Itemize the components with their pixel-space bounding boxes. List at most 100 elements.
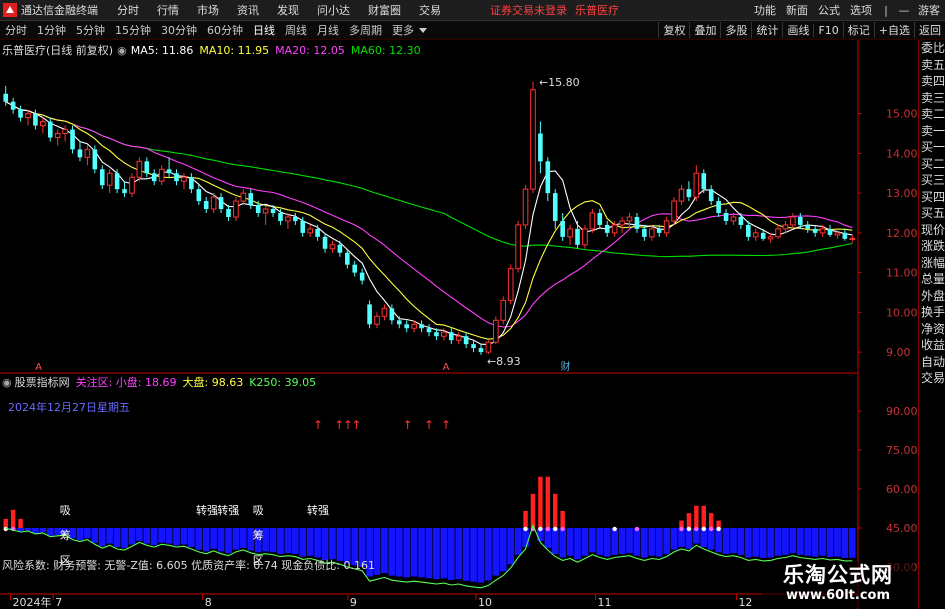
period-fenshi[interactable]: 分时 xyxy=(5,22,27,38)
candle-body xyxy=(248,193,254,206)
right-panel-item[interactable]: 外盘 xyxy=(919,288,945,305)
candle-body xyxy=(389,308,395,321)
dropdown-icon[interactable] xyxy=(419,26,427,34)
right-panel-item[interactable]: 净资 xyxy=(919,321,945,338)
indicator-bar xyxy=(121,528,128,548)
indicator-bar xyxy=(418,528,425,578)
period-daily[interactable]: 日线 xyxy=(253,22,275,38)
f10-button[interactable]: F10 xyxy=(813,23,842,37)
period-5min[interactable]: 5分钟 xyxy=(76,22,105,38)
biaoji-button[interactable]: 标记 xyxy=(842,22,874,38)
right-panel-item[interactable]: 现价 xyxy=(919,222,945,239)
right-panel-item[interactable]: 自动 xyxy=(919,354,945,371)
right-panel-item[interactable]: 买四 xyxy=(919,189,945,206)
xaxis-label: 2024年 xyxy=(13,595,52,609)
indicator-text: 转强 xyxy=(217,503,239,517)
fanhui-button[interactable]: 返回 xyxy=(914,22,945,38)
right-panel-item[interactable]: 卖一 xyxy=(919,123,945,140)
menu-jiaoyi[interactable]: 交易 xyxy=(419,2,441,18)
candle-body xyxy=(166,169,172,174)
watermark-cn: 乐淘公式网 xyxy=(783,563,893,587)
right-panel-item[interactable]: 总量 xyxy=(919,271,945,288)
right-panel: 委比 卖五 卖四 卖三 卖二 卖一 买一 买二 买三 买四 买五 现价 涨跌 涨幅 总量 外盘 换手 净资 收益 自动… xyxy=(918,40,945,609)
trade-login-notice[interactable]: 证券交易未登录 xyxy=(490,2,567,18)
duogu-button[interactable]: 多股 xyxy=(720,22,751,38)
menu-gongneng[interactable]: 功能 xyxy=(754,2,776,18)
menu-zixun[interactable]: 资讯 xyxy=(237,2,259,18)
candle-body xyxy=(329,244,336,250)
menu-xinmian[interactable]: 新面 xyxy=(786,2,808,18)
settings-icon[interactable]: ◉ xyxy=(117,44,127,57)
up-arrow-icon: ↑ xyxy=(351,418,361,432)
period-multi[interactable]: 多周期 xyxy=(349,22,382,38)
right-panel-item[interactable]: 卖二 xyxy=(919,106,945,123)
menu-wenxiaoda[interactable]: 问小达 xyxy=(317,2,350,18)
indicator-bar xyxy=(150,528,158,546)
zixuan-button[interactable]: +自选 xyxy=(873,22,914,38)
candle-body xyxy=(434,332,439,337)
indicator-bar xyxy=(596,528,604,555)
indicator-bar xyxy=(826,528,834,558)
right-panel-item[interactable]: 买一 xyxy=(919,139,945,156)
candle-body xyxy=(611,224,618,234)
diejia-button[interactable]: 叠加 xyxy=(689,22,720,38)
menu-faxian[interactable]: 发现 xyxy=(277,2,299,18)
indicator-dot xyxy=(545,526,551,532)
indicator-bar xyxy=(113,528,121,548)
period-monthly[interactable]: 月线 xyxy=(317,22,339,38)
menu-gongshi[interactable]: 公式 xyxy=(818,2,840,18)
tongji-button[interactable]: 统计 xyxy=(751,22,782,38)
menu-hangqing[interactable]: 行情 xyxy=(157,2,179,18)
guest-user[interactable]: 游客 xyxy=(918,2,940,18)
indicator-dot xyxy=(701,526,706,532)
right-panel-item[interactable]: 买三 xyxy=(919,172,945,189)
right-panel-item[interactable]: 卖五 xyxy=(919,57,945,74)
menu-xuanxiang[interactable]: 选项 xyxy=(850,2,872,18)
right-panel-item[interactable]: 涨幅 xyxy=(919,255,945,272)
up-arrow-icon: ↑ xyxy=(441,418,451,432)
right-panel-item[interactable]: 收益 xyxy=(919,337,945,354)
indicator-settings-icon[interactable]: ◉ xyxy=(2,376,12,389)
kline-chart[interactable]: 15.00 14.00 13.00 12.00 11.00 10.00 9.00 ←15.80… xyxy=(0,40,918,609)
right-panel-item[interactable]: 换手 xyxy=(919,304,945,321)
minimize-icon[interactable]: — xyxy=(895,4,913,17)
candle-body xyxy=(767,236,774,240)
right-panel-item[interactable]: 委比 xyxy=(919,40,945,57)
indicator-bar xyxy=(39,528,47,533)
indicator-bar xyxy=(225,528,232,554)
indicator-header: ◉ 股票指标网 关注区: 小盘: 18.69 大盘: 98.63 K250: 3… xyxy=(2,374,316,390)
indicator-name[interactable]: 股票指标网 xyxy=(15,374,70,390)
indicator-date: 2024年12月27日星期五 xyxy=(8,401,130,414)
right-panel-item[interactable]: 买二 xyxy=(919,156,945,173)
right-panel-item[interactable]: 买五 xyxy=(919,205,945,222)
up-arrow-icon: ↑ xyxy=(424,418,434,432)
right-panel-item[interactable]: 卖三 xyxy=(919,90,945,107)
period-more[interactable]: 更多 xyxy=(392,22,414,38)
period-60min[interactable]: 60分钟 xyxy=(207,22,243,38)
menu-fenshi[interactable]: 分时 xyxy=(117,2,139,18)
period-15min[interactable]: 15分钟 xyxy=(115,22,151,38)
right-panel-item[interactable]: 卖四 xyxy=(919,73,945,90)
menu-caifuquan[interactable]: 财富圈 xyxy=(368,2,401,18)
huaxian-button[interactable]: 画线 xyxy=(782,22,813,38)
menu-shichang[interactable]: 市场 xyxy=(197,2,219,18)
fuquan-button[interactable]: 复权 xyxy=(658,22,689,38)
candle-body xyxy=(359,272,365,281)
period-weekly[interactable]: 周线 xyxy=(285,22,307,38)
indicator-bar xyxy=(648,528,656,556)
indicator-bar xyxy=(240,528,247,548)
candle-body xyxy=(693,172,700,198)
right-panel-item[interactable]: 涨跌 xyxy=(919,238,945,255)
period-1min[interactable]: 1分钟 xyxy=(37,22,66,38)
indicator-bar xyxy=(173,528,180,546)
period-30min[interactable]: 30分钟 xyxy=(161,22,197,38)
right-panel-item[interactable]: 交易 xyxy=(919,370,945,387)
indicator-bar xyxy=(284,528,292,554)
indicator-dot xyxy=(686,526,692,532)
candle-body xyxy=(315,228,320,237)
indicator-bar xyxy=(277,528,284,554)
candle-body xyxy=(196,189,202,202)
indicator-bar xyxy=(485,528,492,581)
price-tick-label: 9.00 xyxy=(886,346,911,359)
indicator-bar xyxy=(232,528,240,550)
